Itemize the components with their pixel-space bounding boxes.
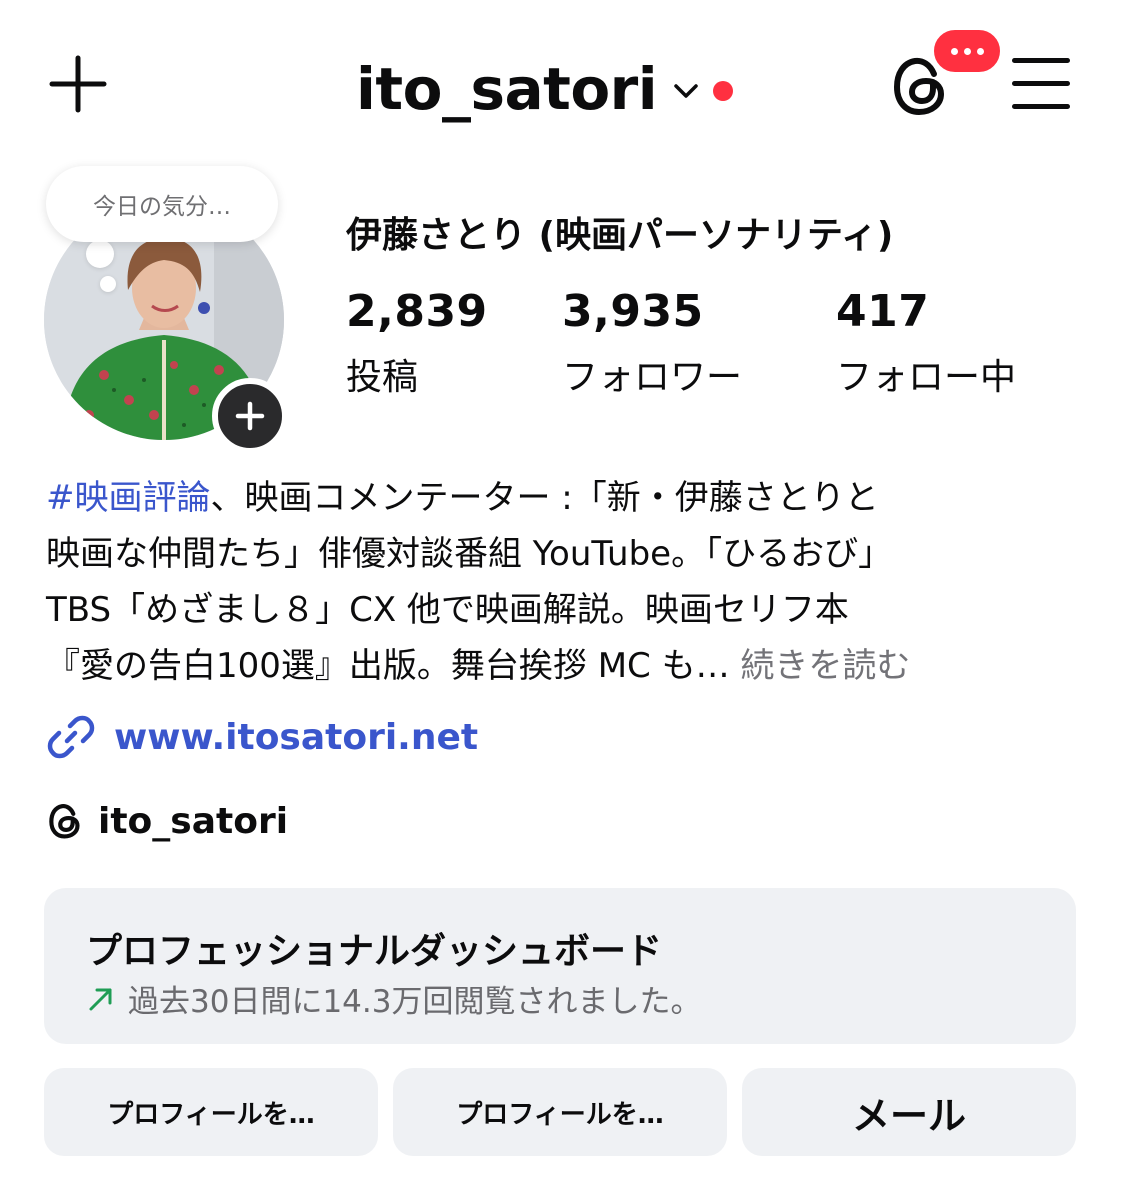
- share-profile-button[interactable]: プロフィールを…: [393, 1068, 727, 1156]
- bio-line: 映画な仲間たち」俳優対談番組 YouTube。「ひるおび」: [46, 534, 893, 574]
- threads-icon: [49, 803, 80, 839]
- add-story-button[interactable]: [212, 378, 288, 454]
- professional-dashboard-card[interactable]: プロフェッショナルダッシュボード 過去30日間に14.3万回閲覧されました。: [44, 888, 1076, 1044]
- mail-button[interactable]: メール: [742, 1068, 1076, 1156]
- following-stat[interactable]: 417 フォロー中: [836, 290, 1016, 400]
- bio: #映画評論、映画コメンテーター :「新・伊藤さとりと 映画な仲間たち」俳優対談番…: [46, 470, 1086, 694]
- bio-line: TBS「めざまし８」CX 他で映画解説。映画セリフ本: [46, 590, 849, 630]
- threads-notification-badge: [930, 26, 1004, 76]
- link-icon: [47, 715, 95, 759]
- share-profile-label: プロフィールを…: [456, 1099, 664, 1130]
- note-text: 今日の気分…: [93, 194, 231, 220]
- bio-text: 、映画コメンテーター :「新・伊藤さとりと: [210, 478, 879, 518]
- trend-up-arrow-icon: [89, 988, 112, 1010]
- threads-handle: ito_satori: [98, 800, 289, 842]
- posts-stat[interactable]: 2,839 投稿: [346, 290, 488, 400]
- menu-button[interactable]: [1012, 56, 1074, 112]
- create-new-button[interactable]: [46, 52, 110, 116]
- chevron-down-icon: [674, 84, 698, 98]
- bio-text: 『愛の告白100選』出版。舞台挨拶 MC も…: [46, 646, 730, 686]
- followers-label: フォロワー: [562, 357, 743, 398]
- edit-profile-button[interactable]: プロフィールを…: [44, 1068, 378, 1156]
- bio-line: #映画評論、映画コメンテーター :「新・伊藤さとりと: [46, 470, 1086, 526]
- following-count: 417: [836, 286, 930, 337]
- website-link[interactable]: www.itosatori.net: [46, 712, 478, 762]
- posts-label: 投稿: [346, 357, 419, 398]
- website-url: www.itosatori.net: [114, 716, 479, 758]
- username-title: ito_satori: [356, 55, 658, 123]
- plus-icon: [49, 55, 107, 113]
- following-label: フォロー中: [836, 357, 1017, 398]
- dashboard-title: プロフェッショナルダッシュボード: [86, 931, 663, 972]
- bio-line: 『愛の告白100選』出版。舞台挨拶 MC も… 続きを読む: [46, 638, 1086, 694]
- dashboard-subtitle: 過去30日間に14.3万回閲覧されました。: [128, 984, 702, 1020]
- read-more-link[interactable]: 続きを読む: [740, 646, 910, 686]
- note-bubble[interactable]: 今日の気分…: [46, 166, 278, 242]
- plus-icon: [235, 401, 265, 431]
- hashtag-link[interactable]: #映画評論: [46, 478, 211, 518]
- unread-dot: [713, 81, 734, 101]
- mail-label: メール: [851, 1093, 966, 1138]
- display-name: 伊藤さとり (映画パーソナリティ): [346, 215, 894, 256]
- account-switcher[interactable]: ito_satori: [356, 44, 734, 134]
- followers-stat[interactable]: 3,935 フォロワー: [562, 290, 742, 400]
- posts-count: 2,839: [346, 286, 488, 337]
- dashboard-insight: 過去30日間に14.3万回閲覧されました。: [86, 976, 701, 1021]
- edit-profile-label: プロフィールを…: [107, 1099, 315, 1130]
- followers-count: 3,935: [562, 286, 704, 337]
- threads-profile-link[interactable]: ito_satori: [46, 800, 288, 842]
- note-bubble-tail: [86, 240, 114, 268]
- note-bubble-tail-small: [100, 276, 116, 292]
